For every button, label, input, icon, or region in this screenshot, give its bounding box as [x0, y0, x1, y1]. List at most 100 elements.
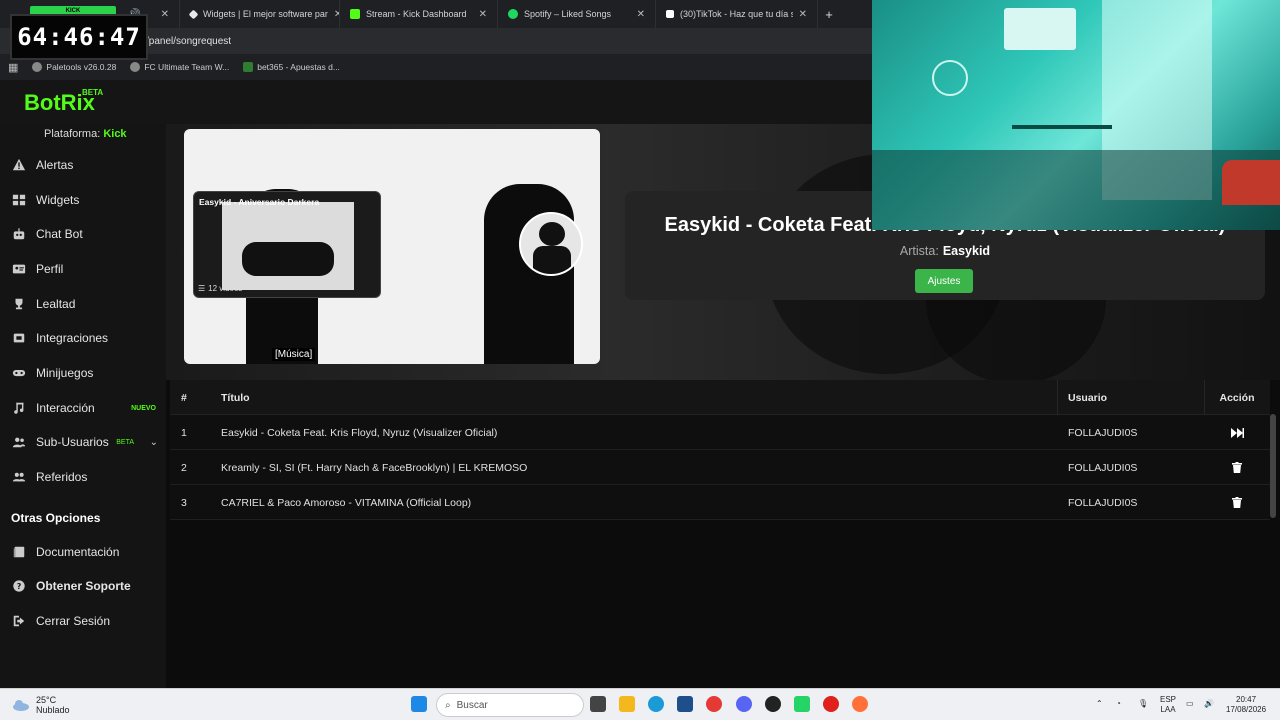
channel-avatar[interactable]	[519, 212, 583, 276]
bookmark-item[interactable]: FC Ultimate Team W...	[130, 62, 229, 72]
sidebar-item-documentacion[interactable]: Documentación	[0, 536, 166, 568]
plug-icon	[13, 333, 25, 343]
skip-icon[interactable]	[1221, 415, 1253, 450]
playlist-icon: ☰	[198, 284, 206, 293]
windows-taskbar: 25°C Nublado ⌕ Buscar ⌃ ◔ 🎙 ESP LAA ▭ 🔊 2…	[0, 688, 1280, 720]
display-icon[interactable]: ▭	[1186, 699, 1194, 709]
music-icon	[14, 402, 24, 414]
header-action: Acción	[1219, 391, 1255, 404]
header-num: #	[181, 391, 187, 404]
table-scrollbar[interactable]	[1270, 414, 1276, 518]
bookmark-item[interactable]: bet365 - Apuestas d...	[243, 62, 340, 72]
avatar-head	[539, 222, 565, 246]
weather-desc: Nublado	[36, 705, 70, 715]
store-icon[interactable]	[677, 696, 693, 712]
sidebar-item-sub-usuarios[interactable]: Sub-Usuarios BETA ⌄	[0, 426, 166, 458]
row-num: 2	[181, 461, 187, 474]
column-divider	[1057, 380, 1058, 415]
weather-widget[interactable]: 25°C Nublado	[12, 695, 70, 715]
sidebar-item-chat-bot[interactable]: Chat Bot	[0, 218, 166, 250]
task-view-icon[interactable]	[590, 696, 606, 712]
settings-button[interactable]: Ajustes	[915, 269, 973, 293]
row-user: FOLLAJUDI0S	[1068, 496, 1138, 509]
sidebar-item-lealtad[interactable]: Lealtad	[0, 288, 166, 320]
bedsheet	[1222, 160, 1280, 205]
chevron-down-icon[interactable]: ⌄	[150, 437, 158, 448]
sidebar-item-referidos[interactable]: Referidos	[0, 461, 166, 493]
grid-icon	[12, 194, 26, 206]
microphone-icon[interactable]: 🎙	[1138, 699, 1148, 709]
row-user: FOLLAJUDI0S	[1068, 461, 1138, 474]
header-title[interactable]: Título	[221, 380, 250, 415]
new-tab-button[interactable]: +	[818, 7, 840, 22]
trash-icon[interactable]	[1221, 485, 1253, 520]
stream-timer: 64:46:47	[10, 14, 148, 60]
browser-tab-5[interactable]: (30)TikTok - Haz que tu día sea ✕	[656, 0, 818, 28]
browser-tab-3[interactable]: Stream - Kick Dashboard ✕	[340, 0, 498, 28]
tray-chevron-icon[interactable]: ⌃	[1096, 699, 1103, 709]
file-explorer-icon[interactable]	[619, 696, 635, 712]
sidebar-item-alertas[interactable]: Alertas	[0, 149, 166, 181]
tab-label: (30)TikTok - Haz que tu día sea	[680, 9, 793, 19]
close-icon[interactable]: ✕	[799, 9, 807, 20]
table-row[interactable]: 1 Easykid - Coketa Feat. Kris Floyd, Nyr…	[170, 415, 1270, 450]
firefox-icon[interactable]	[852, 696, 868, 712]
volume-icon[interactable]: 🔊	[1204, 699, 1214, 709]
table-row[interactable]: 2 Kreamly - SI, SI (Ft. Harry Nach & Fac…	[170, 450, 1270, 485]
globe-icon	[32, 62, 43, 72]
playlist-thumbnail	[222, 202, 354, 290]
sidebar-item-obtener-soporte[interactable]: ? Obtener Soporte	[0, 570, 166, 602]
apps-grid-icon[interactable]: ▦	[8, 61, 18, 74]
spotify-favicon-icon	[508, 9, 518, 19]
sidebar-item-cerrar-sesion[interactable]: Cerrar Sesión	[0, 605, 166, 637]
search-icon: ⌕	[445, 699, 451, 711]
table-row[interactable]: 3 CA7RIEL & Paco Amoroso - VITAMINA (Off…	[170, 485, 1270, 520]
discord-icon[interactable]	[736, 696, 752, 712]
sidebar-item-minijuegos[interactable]: Minijuegos	[0, 357, 166, 389]
wall-clock	[932, 60, 968, 96]
id-card-icon	[12, 264, 26, 274]
network-icon[interactable]: ◔	[1116, 699, 1121, 709]
playlist-overlay[interactable]: Easykid - Aniversario Darkera ☰ 12 videos	[193, 191, 381, 298]
kick-favicon-icon	[350, 9, 360, 19]
book-icon	[13, 546, 25, 558]
platform-name: Kick	[103, 128, 127, 140]
close-icon[interactable]: ✕	[479, 9, 487, 20]
header-user[interactable]: Usuario	[1068, 380, 1107, 415]
video-caption: [Música]	[272, 348, 316, 361]
air-conditioner	[1004, 8, 1076, 50]
row-num: 1	[181, 426, 187, 439]
tab-label: Widgets | El mejor software par	[203, 9, 328, 19]
row-user: FOLLAJUDI0S	[1068, 426, 1138, 439]
close-icon[interactable]: ✕	[637, 9, 645, 20]
opera-icon[interactable]	[823, 696, 839, 712]
browser-tab-4[interactable]: Spotify – Liked Songs ✕	[498, 0, 656, 28]
sidebar-item-integraciones[interactable]: Integraciones	[0, 322, 166, 354]
bookmark-item[interactable]: Paletools v26.0.28	[32, 62, 116, 72]
sidebar-item-widgets[interactable]: Widgets	[0, 184, 166, 216]
whatsapp-icon[interactable]	[794, 696, 810, 712]
bet365-icon	[243, 62, 254, 72]
browser-tab-2[interactable]: Widgets | El mejor software par ✕	[180, 0, 340, 28]
users-icon	[12, 437, 26, 448]
row-title: Easykid - Coketa Feat. Kris Floyd, Nyruz…	[221, 426, 498, 439]
clock[interactable]: 20:47 17/08/2026	[1226, 695, 1266, 715]
close-icon[interactable]: ✕	[161, 9, 169, 20]
table-header: # Título Usuario Acción	[170, 380, 1270, 415]
edge-icon[interactable]	[648, 696, 664, 712]
globe-icon	[130, 62, 141, 72]
language-indicator[interactable]: ESP LAA	[1160, 695, 1176, 715]
sidebar-item-perfil[interactable]: Perfil	[0, 253, 166, 285]
section-title-otras-opciones: Otras Opciones	[11, 511, 101, 525]
windows-start-icon[interactable]	[411, 696, 427, 712]
chrome-icon[interactable]	[706, 696, 722, 712]
sidebar-item-interaccion[interactable]: Interacción NUEVO	[0, 392, 166, 424]
trash-icon[interactable]	[1221, 450, 1253, 485]
song-queue-table: # Título Usuario Acción 1 Easykid - Coke…	[170, 380, 1270, 520]
playlist-count: ☰ 12 videos	[198, 284, 243, 293]
logo-beta-badge: BETA	[82, 88, 104, 97]
gamepad-icon	[12, 369, 26, 377]
trophy-icon	[15, 298, 23, 310]
taskbar-search[interactable]: ⌕ Buscar	[436, 693, 584, 717]
obs-icon[interactable]	[765, 696, 781, 712]
